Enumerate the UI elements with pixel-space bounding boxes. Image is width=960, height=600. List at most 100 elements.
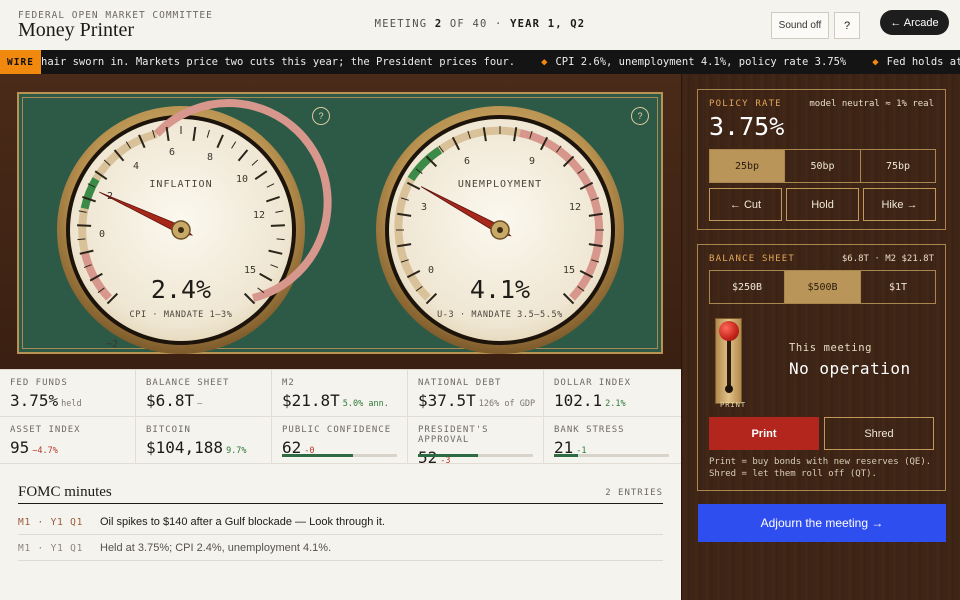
minutes-divider [18,503,663,504]
inflation-tick-label: −2 [106,339,118,350]
stat-bank-stress: BANK STRESS 21 -1 [544,417,681,464]
unemployment-caption: U-3 · MANDATE 3.5–5.5% [437,310,563,320]
inflation-tick-label: 15 [244,265,256,276]
stat-value: $6.8T [146,391,195,410]
minutes-entry-text: Held at 3.75%; CPI 2.4%, unemployment 4.… [100,542,332,554]
shred-button[interactable]: Shred [824,417,934,450]
stat-label: PRESIDENT'S APPROVAL [418,425,489,445]
step-25bp-button[interactable]: 25bp [709,149,785,183]
stat-asset-index: ASSET INDEX 95 −4.7% [0,417,136,464]
approval-meter [418,454,533,457]
hike-button[interactable]: Hike → [863,188,936,221]
stat-sub: 9.7% [226,446,247,456]
stat-value: 52 [418,448,438,467]
print-lever[interactable] [715,318,742,404]
wire-ticker: hair sworn in. Markets price two cuts th… [41,50,960,74]
inflation-band-below [78,207,89,253]
wire-item: hair sworn in. Markets price two cuts th… [41,56,516,68]
adjourn-button[interactable]: Adjourn the meeting → [698,504,946,542]
meeting-year: YEAR 1, Q2 [510,18,586,30]
policy-rate-label: POLICY RATE [709,99,782,109]
stat-label: ASSET INDEX [10,425,81,435]
lever-base [725,385,733,393]
stat-sub: — [197,399,203,409]
meeting-prefix: MEETING [374,18,435,30]
stat-public-confidence: PUBLIC CONFIDENCE 62 -0 [272,417,408,464]
stat-label: BITCOIN [146,425,191,435]
gauges-svg: −2 0 2 4 6 8 10 12 15 INFLATION 2.4% CPI… [57,99,624,354]
size-1t-button[interactable]: $1T [861,270,936,304]
minutes-entry: M1 · Y1 Q1 Oil spikes to $140 after a Gu… [18,509,663,535]
stat-label: PUBLIC CONFIDENCE [282,425,392,435]
top-header: FEDERAL OPEN MARKET COMMITTEE Money Prin… [0,0,960,50]
print-button[interactable]: Print [709,417,819,450]
wire-bullet-icon: ◆ [872,56,879,68]
fomc-minutes: FOMC minutes 2 ENTRIES M1 · Y1 Q1 Oil sp… [0,471,681,600]
hold-button[interactable]: Hold [786,188,859,221]
size-250b-button[interactable]: $250B [709,270,785,304]
unemployment-tick-label: 6 [464,156,470,167]
policy-rate-value: 3.75% [709,112,785,141]
step-75bp-button[interactable]: 75bp [861,149,936,183]
confidence-meter-fill [282,454,354,457]
stat-label: BANK STRESS [554,425,625,435]
unemployment-hub-pin [497,227,503,233]
meeting-indicator: MEETING 2 OF 40 · YEAR 1, Q2 [330,18,630,30]
unemployment-tick-label: 3 [421,202,427,213]
stat-dollar-index: DOLLAR INDEX 102.1 2.1% [544,370,681,417]
minutes-entry: M1 · Y1 Q1 Held at 3.75%; CPI 2.4%, unem… [18,535,663,561]
cut-button[interactable]: ← Cut [709,188,782,221]
stat-label: M2 [282,378,295,388]
qe-size-selector: $250B $500B $1T [709,270,936,304]
wire-item: CPI 2.6%, unemployment 4.1%, policy rate… [555,56,847,68]
inflation-tick-label: 8 [207,152,213,163]
stats-grid: FED FUNDS 3.75% held BALANCE SHEET $6.8T —… [0,369,681,471]
unemployment-tick-label: 12 [569,202,581,213]
unemployment-gauge-title: UNEMPLOYMENT [458,179,542,190]
wire-bullet-icon: ◆ [541,56,548,68]
help-button[interactable]: ? [834,12,860,39]
gauge-tick [77,224,92,227]
rate-actions: ← Cut Hold Hike → [709,188,936,221]
stat-balance-sheet: BALANCE SHEET $6.8T — [136,370,272,417]
arcade-back-button[interactable]: ← Arcade [880,10,949,35]
minutes-entry-tag: M1 · Y1 Q1 [18,543,84,554]
operation-status: No operation [789,359,911,378]
inflation-gauge: −2 0 2 4 6 8 10 12 15 INFLATION 2.4% CPI… [57,99,332,354]
minutes-title: FOMC minutes [18,484,112,500]
rate-step-selector: 25bp 50bp 75bp [709,149,936,183]
stat-value: 102.1 [554,391,603,410]
stat-sub: −4.7% [32,446,58,456]
minutes-count: 2 ENTRIES [605,488,663,498]
inflation-readout: 2.4% [151,275,211,304]
wire-tag: WIRE [0,50,41,74]
stat-value: 95 [10,438,30,457]
balance-sheet-label: BALANCE SHEET [709,254,796,264]
stat-label: FED FUNDS [10,378,68,388]
inflation-hub-pin [178,227,184,233]
stat-value: $21.8T [282,391,340,410]
stat-sub: 2.1% [605,399,626,409]
policy-rate-note: model neutral ≈ 1% real [809,99,934,109]
unemployment-gauge: 0 3 6 9 12 15 UNEMPLOYMENT 4.1% U-3 · MA… [376,106,624,354]
meeting-of: OF 40 · [442,18,511,30]
size-500b-button[interactable]: $500B [785,270,861,304]
sound-toggle-button[interactable]: Sound off [771,12,829,39]
news-wire: WIRE hair sworn in. Markets price two cu… [0,50,960,74]
inflation-tick-label: 6 [169,147,175,158]
gauge-board: ? ? −2 0 2 4 6 [0,74,681,369]
inflation-tick-label: 12 [253,210,265,221]
stat-sub: 5.0% ann. [342,399,389,409]
bank-stress-meter [554,454,669,457]
step-50bp-button[interactable]: 50bp [785,149,861,183]
minutes-entry-text: Oil spikes to $140 after a Gulf blockade… [100,516,385,528]
stat-sub: held [61,399,82,409]
unemployment-tick-label: 9 [529,156,535,167]
stat-label: BALANCE SHEET [146,378,230,388]
unemployment-tick-label: 15 [563,265,575,276]
inflation-gauge-title: INFLATION [149,179,212,190]
lever-knob-icon[interactable] [719,321,739,341]
stat-sub: 126% of GDP [478,399,536,409]
wire-item: Fed holds at 3.75%; s [886,56,960,68]
this-meeting-label: This meeting [789,342,873,354]
